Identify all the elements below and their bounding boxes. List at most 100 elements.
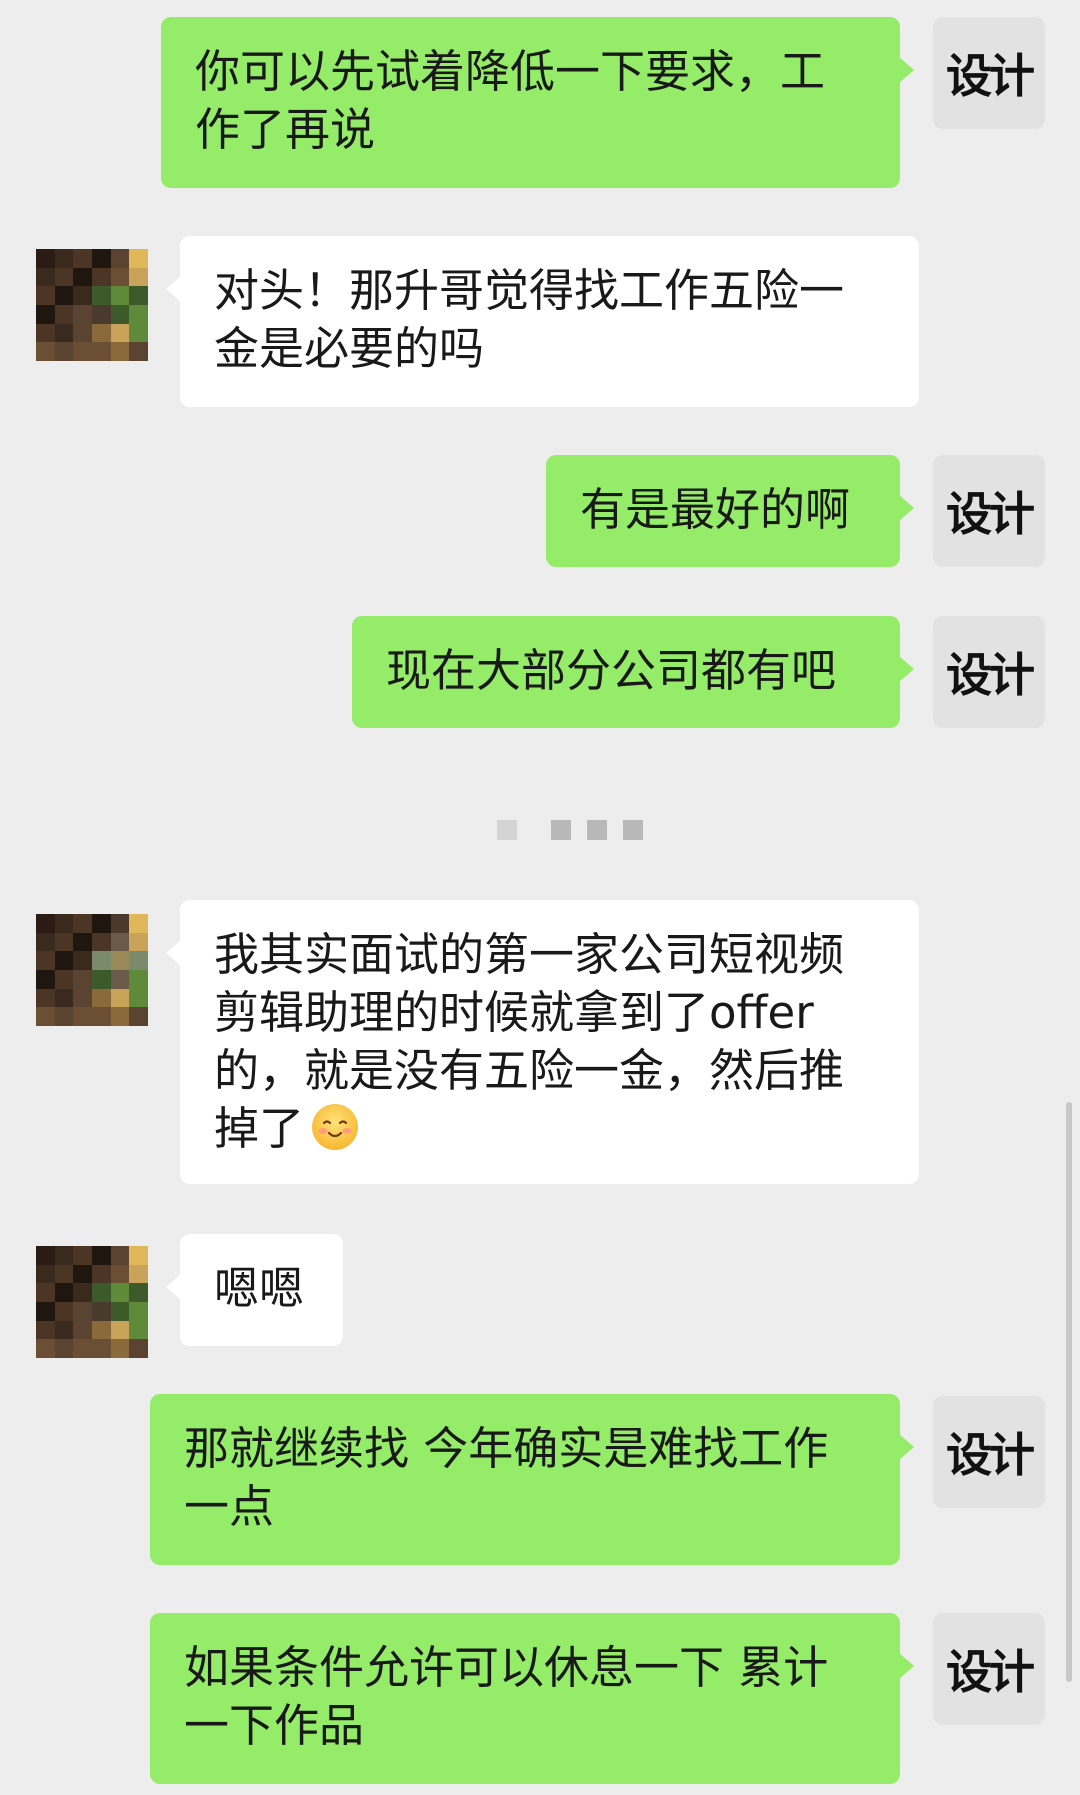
avatar-mosaic-cell (129, 249, 148, 268)
avatar-mosaic-cell (110, 249, 130, 268)
avatar-mosaic-cell (54, 323, 74, 343)
avatar-mosaic-cell (36, 1246, 55, 1265)
message-text: 如果条件允许可以休息一下 累计一下作品 (184, 1641, 829, 1752)
message-bubble-incoming[interactable]: 我其实面试的第一家公司短视频剪辑助理的时候就拿到了offer的，就是没有五险一金… (166, 900, 919, 1184)
message-text: 现在大部分公司都有吧 (386, 644, 837, 697)
avatar-mosaic-cell (110, 286, 130, 305)
avatar-mosaic-cell (91, 1283, 111, 1302)
avatar-mosaic-cell (110, 932, 130, 952)
loading-dot (587, 820, 607, 840)
avatar-mosaic-cell (54, 304, 74, 324)
avatar-mosaic-cell (110, 1339, 130, 1358)
message-text: 我其实面试的第一家公司短视频剪辑助理的时候就拿到了offer的，就是没有五险一金… (214, 928, 845, 1155)
avatar-mosaic-cell (110, 1301, 130, 1321)
avatar-mosaic-cell (73, 1339, 92, 1358)
avatar-label: 设计 (946, 487, 1035, 541)
message-text: 对头！那升哥觉得找工作五险一金是必要的吗 (214, 264, 845, 375)
avatar-mosaic-cell (91, 1007, 111, 1026)
avatar-mosaic-cell (36, 932, 55, 952)
avatar-mosaic-cell (129, 304, 148, 324)
contact-avatar[interactable] (36, 914, 148, 1026)
avatar-mosaic-cell (73, 304, 92, 324)
avatar-mosaic-cell (36, 988, 55, 1008)
avatar-mosaic-cell (36, 323, 55, 343)
message-bubble-outgoing[interactable]: 那就继续找 今年确实是难找工作一点 (150, 1394, 914, 1565)
avatar-mosaic-cell (91, 969, 111, 989)
self-avatar[interactable]: 设计 (933, 1613, 1045, 1725)
avatar-mosaic-cell (129, 1301, 148, 1321)
contact-avatar[interactable] (36, 249, 148, 361)
avatar-mosaic-cell (73, 1301, 92, 1321)
avatar-mosaic-cell (91, 1246, 111, 1265)
avatar-mosaic-cell (73, 267, 92, 287)
avatar-mosaic-cell (110, 914, 130, 933)
avatar-mosaic-cell (110, 951, 130, 970)
avatar-mosaic-cell (54, 969, 74, 989)
smiling-face-icon (312, 1104, 359, 1150)
avatar-mosaic-cell (129, 323, 148, 343)
avatar-mosaic-cell (129, 969, 148, 989)
avatar-mosaic-cell (73, 342, 92, 361)
avatar-mosaic-cell (54, 951, 74, 970)
avatar-label: 设计 (946, 648, 1035, 702)
scrollbar[interactable] (1066, 1102, 1072, 1682)
message-bubble-incoming[interactable]: 嗯嗯 (166, 1234, 343, 1346)
avatar-mosaic-cell (110, 988, 130, 1008)
avatar-mosaic-cell (91, 267, 111, 287)
avatar-mosaic-cell (91, 342, 111, 361)
avatar-mosaic-cell (54, 1339, 74, 1358)
avatar-mosaic-cell (91, 1339, 111, 1358)
avatar-mosaic-cell (91, 988, 111, 1008)
avatar-mosaic-cell (36, 286, 55, 305)
avatar-mosaic-cell (110, 267, 130, 287)
avatar-mosaic-cell (110, 1283, 130, 1302)
self-avatar[interactable]: 设计 (933, 455, 1045, 567)
avatar-mosaic-cell (73, 1320, 92, 1340)
self-avatar[interactable]: 设计 (933, 616, 1045, 728)
avatar-mosaic-cell (73, 1264, 92, 1284)
avatar-mosaic-cell (91, 951, 111, 970)
avatar-mosaic-cell (129, 342, 148, 361)
avatar-mosaic-cell (129, 1283, 148, 1302)
avatar-mosaic-cell (36, 951, 55, 970)
avatar-mosaic-cell (129, 1246, 148, 1265)
avatar-mosaic-cell (110, 1320, 130, 1340)
avatar-label: 设计 (946, 1645, 1035, 1699)
message-bubble-outgoing[interactable]: 现在大部分公司都有吧 (352, 616, 914, 728)
loading-dot (497, 820, 517, 840)
message-bubble-outgoing[interactable]: 你可以先试着降低一下要求，工作了再说 (161, 17, 914, 188)
message-bubble-outgoing[interactable]: 如果条件允许可以休息一下 累计一下作品 (150, 1613, 914, 1784)
message-text: 有是最好的啊 (580, 483, 851, 536)
avatar-mosaic-cell (54, 1301, 74, 1321)
avatar-mosaic-cell (54, 267, 74, 287)
avatar-mosaic-cell (91, 1264, 111, 1284)
self-avatar[interactable]: 设计 (933, 17, 1045, 129)
avatar-mosaic-cell (73, 969, 92, 989)
message-bubble-incoming[interactable]: 对头！那升哥觉得找工作五险一金是必要的吗 (166, 236, 919, 407)
contact-avatar[interactable] (36, 1246, 148, 1358)
avatar-mosaic-cell (73, 1007, 92, 1026)
avatar-mosaic-cell (110, 1264, 130, 1284)
avatar-mosaic-cell (91, 323, 111, 343)
avatar-mosaic-cell (91, 249, 111, 268)
self-avatar[interactable]: 设计 (933, 1396, 1045, 1508)
avatar-mosaic-cell (36, 1283, 55, 1302)
message-text: 你可以先试着降低一下要求，工作了再说 (195, 45, 826, 156)
avatar-mosaic-cell (36, 1320, 55, 1340)
avatar-mosaic-cell (91, 914, 111, 933)
avatar-mosaic-cell (36, 267, 55, 287)
avatar-mosaic-cell (54, 286, 74, 305)
avatar-mosaic-cell (54, 932, 74, 952)
avatar-mosaic-cell (91, 304, 111, 324)
avatar-mosaic-cell (36, 1007, 55, 1026)
avatar-mosaic-cell (54, 1320, 74, 1340)
avatar-mosaic-cell (36, 914, 55, 933)
message-bubble-outgoing[interactable]: 有是最好的啊 (546, 455, 914, 567)
avatar-mosaic-cell (36, 1264, 55, 1284)
avatar-mosaic-cell (129, 951, 148, 970)
avatar-mosaic-cell (91, 1301, 111, 1321)
avatar-mosaic-cell (54, 342, 74, 361)
avatar-mosaic-cell (73, 914, 92, 933)
avatar-mosaic-cell (36, 342, 55, 361)
avatar-mosaic-cell (73, 988, 92, 1008)
